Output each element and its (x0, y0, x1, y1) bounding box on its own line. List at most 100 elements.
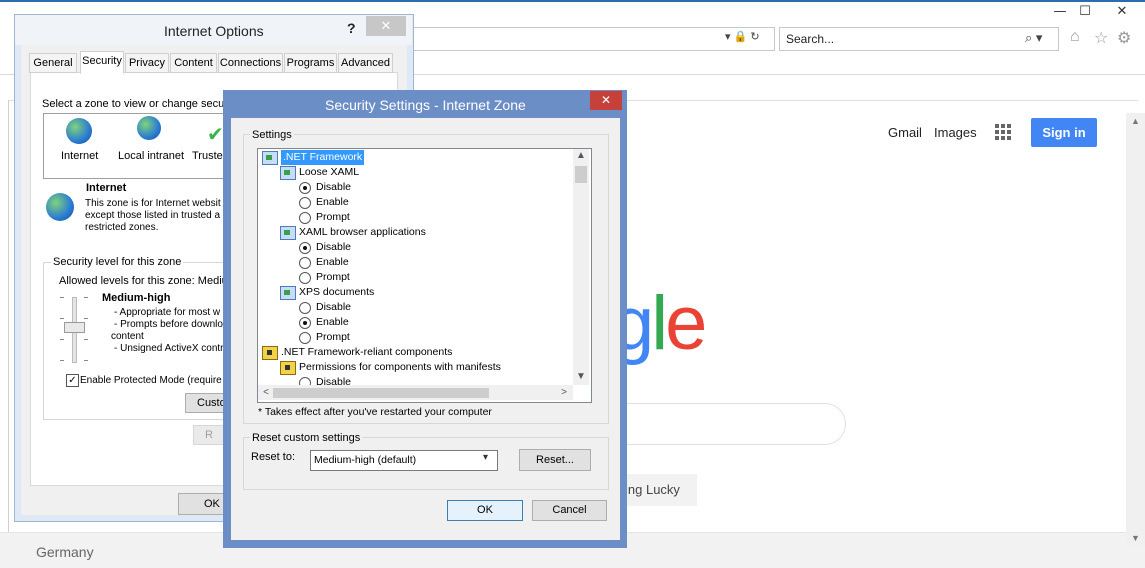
content-left-border (8, 100, 9, 532)
reset-to-label: Reset to: (251, 451, 296, 463)
tab-privacy[interactable]: Privacy (125, 53, 169, 73)
tab-programs[interactable]: Programs (284, 53, 337, 73)
tree-option-label: Enable (316, 256, 349, 268)
radio-button[interactable] (299, 212, 311, 224)
internet-options-ok-label: OK (204, 498, 220, 510)
chevron-down-icon[interactable]: ▾ (483, 452, 488, 463)
logo-letter: e (665, 281, 707, 366)
radio-button[interactable] (299, 377, 311, 385)
tree-category-label: Loose XAML (299, 166, 360, 178)
config-settings-icon (280, 286, 296, 300)
config-settings-icon (280, 166, 296, 180)
tree-category-label: .NET Framework (281, 150, 365, 165)
chevron-left-icon[interactable]: < (259, 385, 273, 400)
search-placeholder: Search... (786, 32, 835, 46)
chevron-right-icon[interactable]: > (557, 385, 571, 400)
custom-level-label: Custo (197, 397, 226, 409)
level-bullet: - Appropriate for most w (114, 307, 221, 318)
tab-security[interactable]: Security (80, 51, 124, 74)
google-search-field[interactable] (615, 403, 846, 445)
allowed-levels-label: Allowed levels for this zone: Medium (59, 275, 237, 287)
selected-zone-description: This zone is for Internet websit except … (85, 198, 221, 233)
gear-icon[interactable]: ⚙ (1117, 28, 1131, 48)
slider-tick (60, 318, 64, 319)
tree-option-label: Prompt (316, 331, 350, 343)
custom-level-button[interactable]: Custo (185, 393, 227, 413)
settings-horizontal-scroll-thumb[interactable] (273, 388, 489, 398)
reset-button[interactable]: Reset... (519, 449, 591, 471)
settings-vertical-scroll-thumb[interactable] (575, 166, 587, 183)
close-window-button[interactable]: ✕ (1100, 2, 1144, 22)
search-icon[interactable]: ⌕ ▾ (1025, 30, 1042, 46)
zone-local-intranet[interactable]: Local intranet (118, 150, 184, 162)
radio-button[interactable] (299, 317, 311, 329)
radio-button[interactable] (299, 332, 311, 344)
security-settings-close-button[interactable]: ✕ (590, 91, 622, 110)
maximize-button[interactable]: ☐ (1075, 4, 1095, 20)
security-settings-title: Security Settings - Internet Zone (325, 97, 526, 113)
tree-category-label: XAML browser applications (299, 226, 426, 238)
tree-category-label: .NET Framework-reliant components (281, 346, 453, 358)
radio-button[interactable] (299, 182, 311, 194)
config-settings-icon (262, 151, 278, 165)
reset-custom-settings-label: Reset custom settings (250, 432, 363, 444)
reset-all-zones-button[interactable]: R (193, 425, 227, 445)
level-bullet: - Prompts before downlo (114, 319, 223, 330)
chevron-up-icon[interactable]: ▲ (573, 149, 589, 163)
selected-zone-globe-icon (46, 193, 74, 221)
trusted-sites-check-icon[interactable]: ✔ (207, 122, 224, 147)
security-level-name: Medium-high (102, 292, 171, 304)
tab-connections[interactable]: Connections (218, 53, 283, 73)
level-bullet: content (111, 331, 144, 342)
help-button[interactable]: ? (347, 20, 356, 36)
tree-option-label: Disable (316, 241, 352, 253)
radio-button[interactable] (299, 272, 311, 284)
internet-options-ok-button[interactable]: OK (178, 493, 226, 515)
tree-option-label: Prompt (316, 211, 350, 223)
chevron-down-icon[interactable]: ▼ (573, 370, 589, 384)
page-scrollbar[interactable] (1126, 113, 1145, 545)
slider-tick (84, 297, 88, 298)
radio-button[interactable] (299, 257, 311, 269)
protected-mode-label[interactable]: Enable Protected Mode (require (80, 375, 222, 386)
settings-group-label: Settings (250, 129, 294, 141)
slider-tick (84, 318, 88, 319)
tree-category-label: Permissions for components with manifest… (299, 361, 501, 373)
radio-button[interactable] (299, 242, 311, 254)
tab-content[interactable]: Content (170, 53, 217, 73)
security-settings-cancel-button[interactable]: Cancel (532, 500, 607, 521)
feeling-lucky-label: ing Lucky (625, 482, 680, 497)
internet-options-title: Internet Options (164, 23, 264, 39)
protected-mode-checkbox[interactable]: ✓ (66, 374, 79, 387)
tab-advanced[interactable]: Advanced (338, 53, 393, 73)
level-bullet: - Unsigned ActiveX contr (114, 343, 224, 354)
internet-globe-icon[interactable] (66, 118, 92, 144)
settings-vertical-scrollbar[interactable] (573, 149, 589, 385)
radio-button[interactable] (299, 302, 311, 314)
security-settings-ok-button[interactable]: OK (447, 500, 523, 521)
gmail-link[interactable]: Gmail (888, 125, 922, 140)
search-input[interactable]: Search... (779, 27, 1059, 51)
sign-in-button[interactable]: Sign in (1031, 118, 1097, 147)
radio-button[interactable] (299, 197, 311, 209)
selected-zone-name: Internet (86, 182, 127, 194)
apps-grid-icon[interactable] (995, 124, 1011, 140)
images-link[interactable]: Images (934, 125, 977, 140)
scroll-down-arrow-icon[interactable]: ▼ (1126, 530, 1145, 547)
home-icon[interactable]: ⌂ (1070, 28, 1080, 46)
lock-settings-icon (280, 361, 296, 375)
zone-trusted-sites[interactable]: Truste (192, 150, 223, 162)
address-bar-icons[interactable]: ▾ 🔒 ↻ (725, 30, 760, 43)
slider-tick (84, 360, 88, 361)
security-level-slider-thumb[interactable] (64, 322, 85, 333)
tab-general[interactable]: General (29, 53, 77, 73)
minimize-button[interactable]: — (1050, 4, 1070, 20)
address-bar[interactable] (405, 27, 775, 51)
local-intranet-icon[interactable] (137, 116, 161, 140)
tree-option-label: Disable (316, 301, 352, 313)
internet-options-close-button[interactable]: ✕ (366, 16, 406, 36)
zone-internet[interactable]: Internet (61, 150, 98, 162)
scroll-up-arrow-icon[interactable]: ▲ (1126, 113, 1145, 130)
favorites-star-icon[interactable]: ☆ (1094, 28, 1108, 48)
security-level-title: Security level for this zone (51, 256, 184, 268)
